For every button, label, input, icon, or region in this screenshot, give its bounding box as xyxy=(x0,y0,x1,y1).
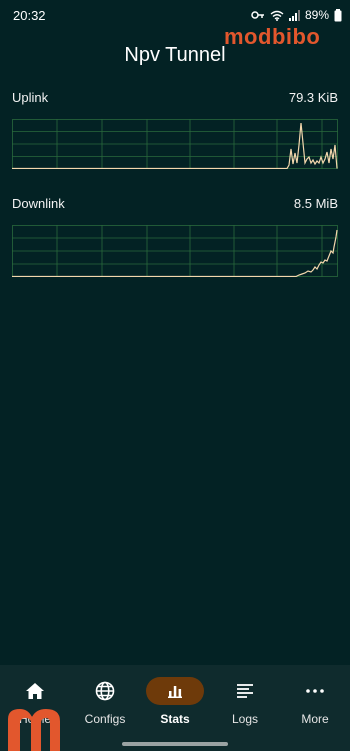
uplink-header: Uplink 79.3 KiB xyxy=(12,90,338,105)
downlink-label: Downlink xyxy=(12,196,65,211)
uplink-value: 79.3 KiB xyxy=(288,90,338,105)
logs-icon xyxy=(237,684,253,698)
uplink-section: Uplink 79.3 KiB xyxy=(12,90,338,180)
nav-stats[interactable]: Stats xyxy=(140,665,210,735)
page-title: Npv Tunnel xyxy=(124,44,226,66)
battery-icon xyxy=(334,8,342,21)
nav-configs-label: Configs xyxy=(84,712,126,726)
signal-icon xyxy=(288,9,300,21)
home-indicator[interactable] xyxy=(122,742,228,746)
downlink-value: 8.5 MiB xyxy=(293,196,338,211)
status-icons: 89% xyxy=(251,8,342,22)
nav-logs[interactable]: Logs xyxy=(210,665,280,735)
more-icon xyxy=(306,689,324,693)
uplink-graph xyxy=(12,119,338,169)
nav-logs-label: Logs xyxy=(231,712,259,726)
status-time: 20:32 xyxy=(13,8,46,23)
downlink-section: Downlink 8.5 MiB xyxy=(12,196,338,286)
key-icon xyxy=(251,11,264,19)
wifi-icon xyxy=(270,10,284,21)
bar-chart-icon xyxy=(168,686,182,698)
downlink-grid xyxy=(12,225,338,277)
globe-icon xyxy=(95,681,115,701)
uplink-label: Uplink xyxy=(12,90,49,105)
nav-more-label: More xyxy=(301,712,329,726)
nav-more[interactable]: More xyxy=(280,665,350,735)
home-icon xyxy=(26,683,44,699)
downlink-trace xyxy=(12,229,338,277)
watermark-monogram xyxy=(8,709,60,751)
uplink-trace xyxy=(12,122,338,169)
downlink-graph xyxy=(12,225,338,277)
downlink-header: Downlink 8.5 MiB xyxy=(12,196,338,211)
nav-stats-indicator xyxy=(146,677,204,705)
battery-level: 89% xyxy=(304,8,329,22)
nav-configs[interactable]: Configs xyxy=(70,665,140,735)
nav-stats-label: Stats xyxy=(160,712,190,726)
